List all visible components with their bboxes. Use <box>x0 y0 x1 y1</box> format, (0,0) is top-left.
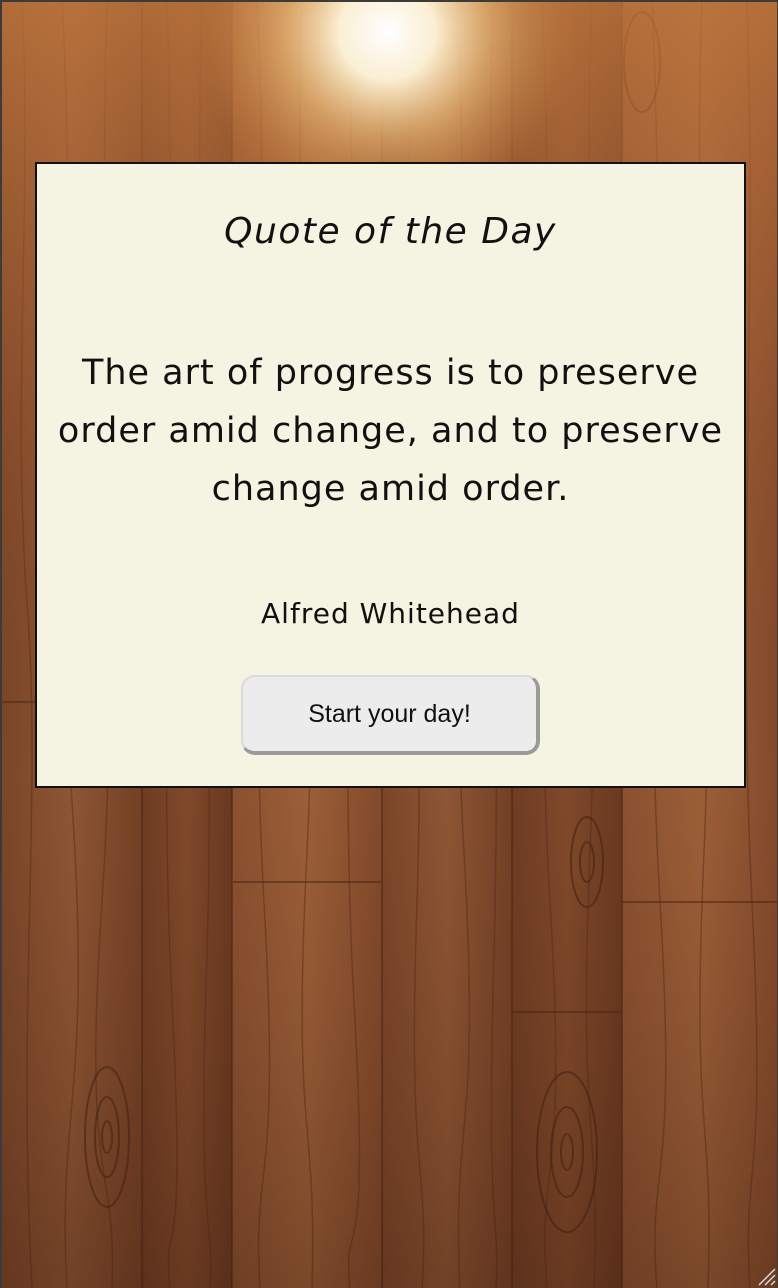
quote-card: Quote of the Day The art of progress is … <box>35 162 746 788</box>
quote-text: The art of progress is to preserve order… <box>57 353 724 509</box>
quote-author: Alfred Whitehead <box>261 597 520 630</box>
start-your-day-button[interactable]: Start your day! <box>241 675 540 755</box>
resize-grip-icon[interactable] <box>754 1264 776 1286</box>
card-title: Quote of the Day <box>224 211 557 252</box>
